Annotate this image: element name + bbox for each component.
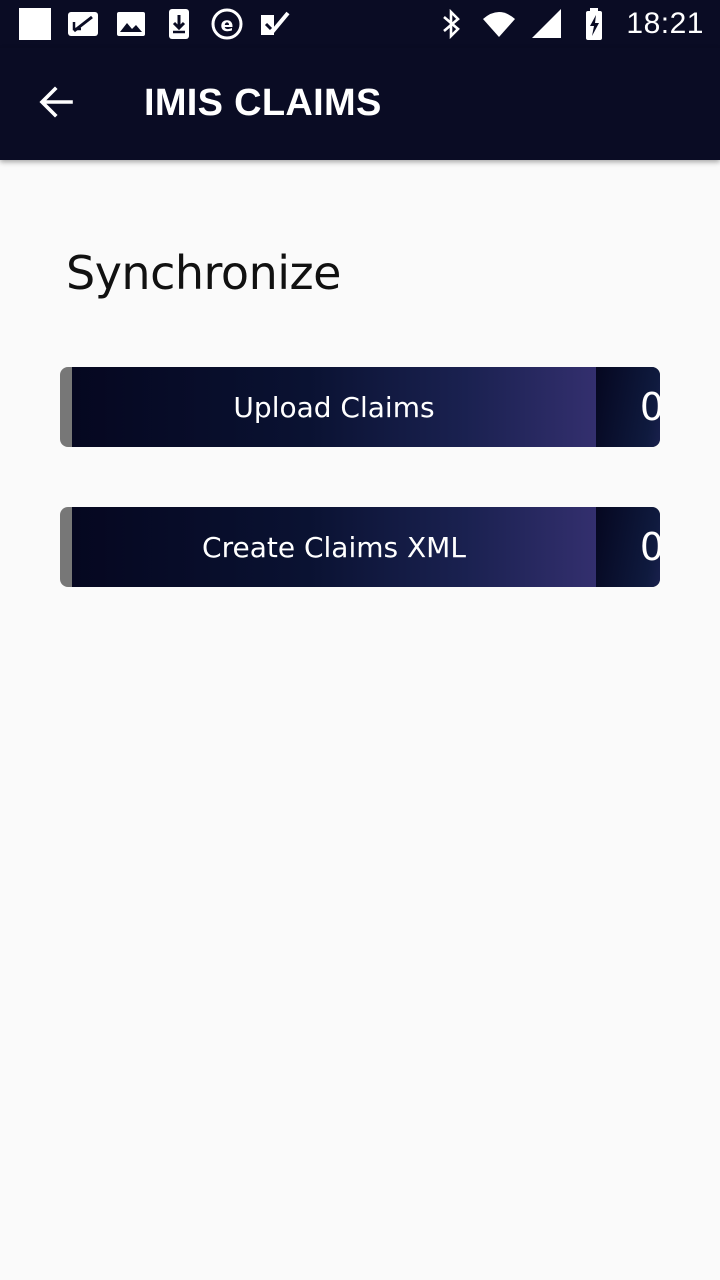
page-title: IMIS CLAIMS <box>144 82 382 124</box>
svg-text:e: e <box>221 14 234 36</box>
e-app-icon: e <box>210 7 244 41</box>
arrow-back-icon <box>37 83 75 126</box>
bluetooth-icon <box>434 7 468 41</box>
app-toolbar: IMIS CLAIMS <box>0 48 720 160</box>
wifi-icon <box>482 7 516 41</box>
status-bar: e 18:21 <box>0 0 720 48</box>
system-status: 18:21 <box>434 6 704 42</box>
status-clock: 18:21 <box>626 7 704 40</box>
upload-claims-button[interactable]: Upload Claims 0 <box>60 367 660 447</box>
create-claims-xml-button[interactable]: Create Claims XML 0 <box>60 507 660 587</box>
task-check-icon <box>258 7 292 41</box>
notification-icons: e <box>18 8 292 40</box>
square-notification-icon <box>18 7 52 41</box>
back-button[interactable] <box>22 72 90 136</box>
screen-rotate-icon <box>66 7 100 41</box>
upload-claims-label: Upload Claims <box>72 367 596 447</box>
battery-charging-icon <box>578 7 612 41</box>
signal-icon <box>530 7 564 41</box>
upload-claims-count: 0 <box>596 367 660 447</box>
create-claims-xml-count: 0 <box>596 507 660 587</box>
section-title: Synchronize <box>66 246 341 300</box>
download-icon <box>162 7 196 41</box>
image-icon <box>114 7 148 41</box>
create-claims-xml-label: Create Claims XML <box>72 507 596 587</box>
